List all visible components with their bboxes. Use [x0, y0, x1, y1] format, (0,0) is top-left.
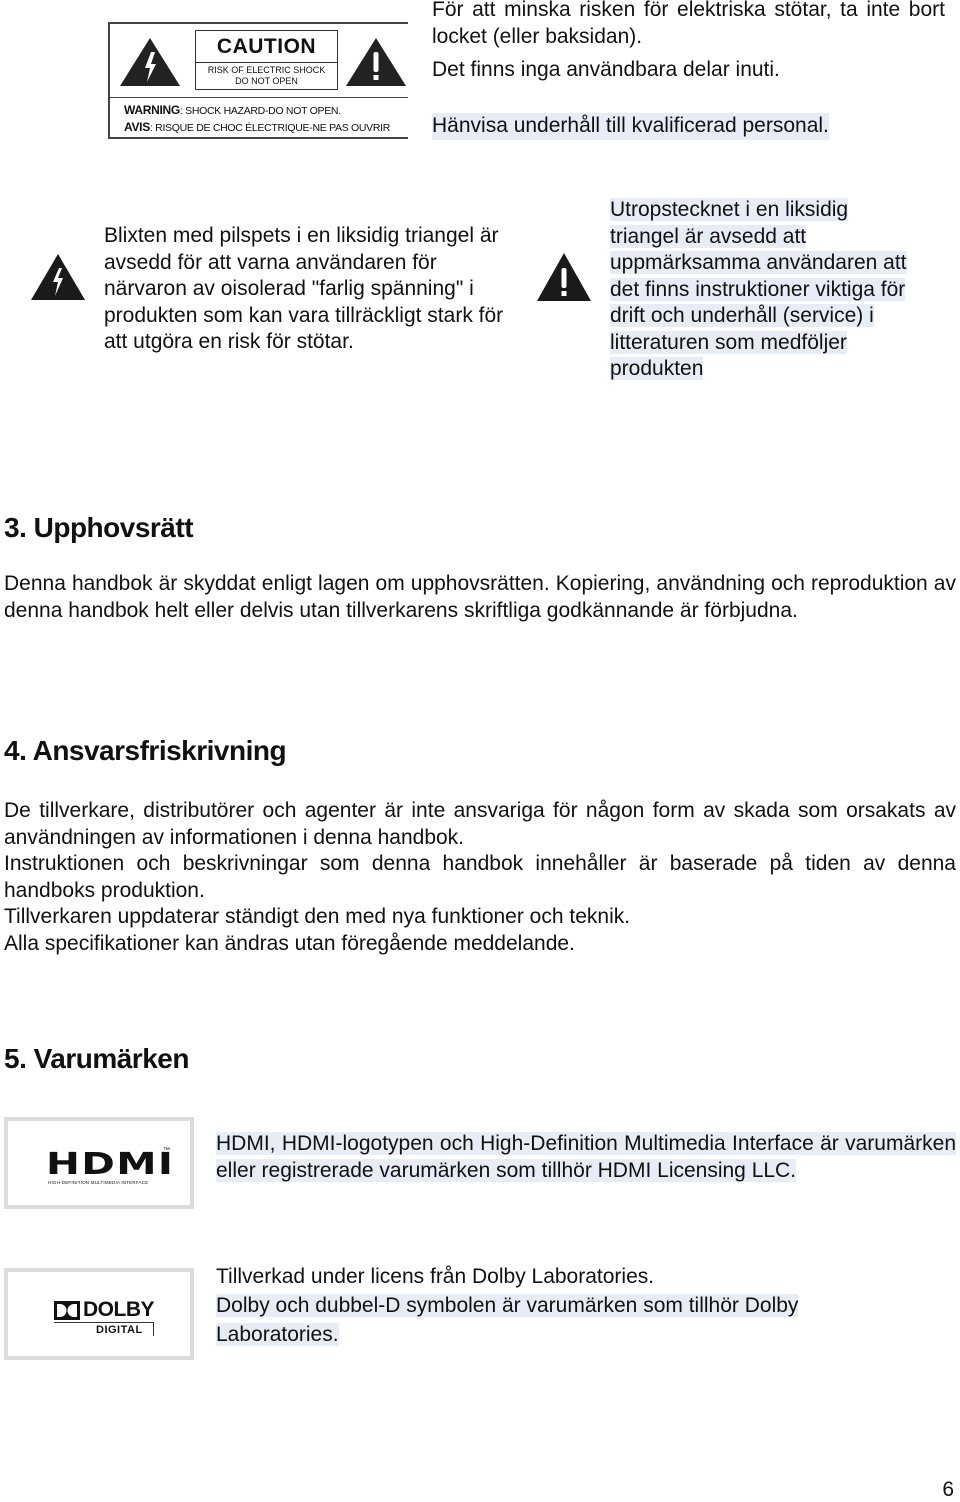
lightning-triangle-icon	[31, 254, 85, 300]
copyright-text: Denna handbok är skyddat enligt lagen om…	[4, 572, 956, 622]
section-heading-trademarks: 5. Varumärken	[4, 1043, 189, 1074]
exclamation-symbol-description: Utropstecknet i en liksidig triangel är …	[610, 198, 907, 380]
caution-subtitle: RISK OF ELECTRIC SHOCK	[207, 65, 326, 75]
exclamation-triangle-icon	[537, 253, 591, 301]
intro-highlight: Hänvisa underhåll till kvalificerad pers…	[432, 113, 829, 140]
lightning-symbol-description: Blixten med pilspets i en liksidig trian…	[104, 224, 504, 353]
lightning-triangle-icon	[120, 38, 180, 86]
hdmi-logo: HDMI ™ HIGH-DEFINITION MULTIMEDIA INTERF…	[4, 1117, 194, 1209]
page-number: 6	[942, 1478, 954, 1501]
caution-label: CAUTION RISK OF ELECTRIC SHOCK DO NOT OP…	[108, 22, 408, 139]
hdmi-trademark-text: HDMI, HDMI-logotypen och High-Definition…	[216, 1132, 956, 1182]
exclamation-triangle-icon	[346, 38, 406, 86]
caution-title: CAUTION	[216, 35, 317, 58]
dolby-double-d-icon	[54, 1301, 80, 1320]
caution-subtitle: DO NOT OPEN	[235, 76, 298, 86]
caution-box: CAUTION RISK OF ELECTRIC SHOCK DO NOT OP…	[195, 30, 338, 90]
section-heading-disclaimer: 4. Ansvarsfriskrivning	[4, 735, 287, 766]
dolby-trademark-text: Tillverkad under licens från Dolby Labor…	[216, 1265, 799, 1346]
section-heading-copyright: 3. Upphovsrätt	[4, 512, 194, 543]
disclaimer-text: De tillverkare, distributörer och agente…	[4, 799, 956, 955]
caution-warning-text: WARNING: SHOCK HAZARD-DO NOT OPEN. AVIS:…	[124, 103, 391, 134]
intro-paragraph: Det finns inga användbara delar inuti.	[432, 58, 780, 81]
dolby-logo: DOLBY DIGITAL	[4, 1268, 194, 1360]
intro-paragraph: För att minska risken för elektriska stö…	[432, 0, 945, 48]
